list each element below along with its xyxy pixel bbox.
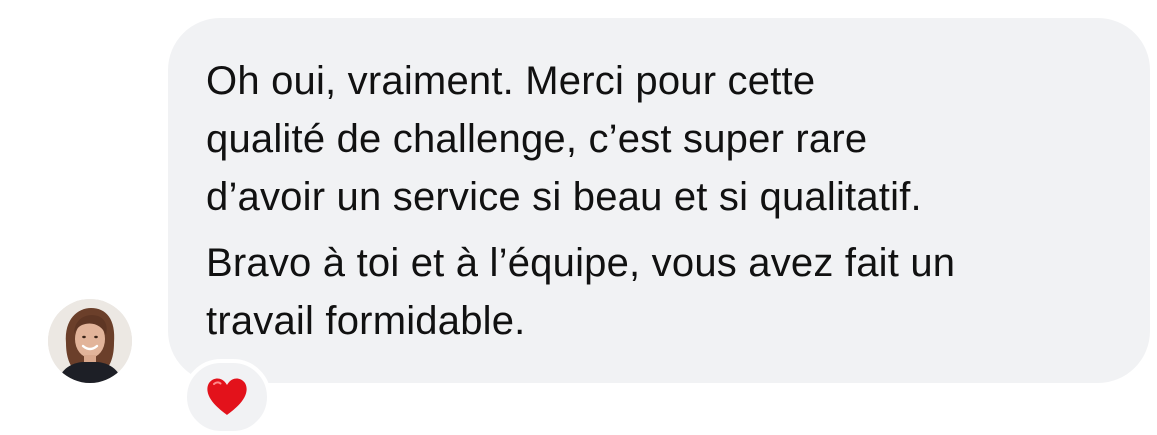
red-heart-icon [207,378,247,415]
reaction-badge[interactable] [183,359,271,435]
message-paragraph-2: Bravo à toi et à l’équipe, vous avez fai… [206,234,1110,350]
message-bubble[interactable]: Oh oui, vraiment. Merci pour cette quali… [168,18,1150,383]
avatar-photo-icon [48,299,132,383]
message-row: Oh oui, vraiment. Merci pour cette quali… [0,0,1157,435]
message-paragraph-1: Oh oui, vraiment. Merci pour cette quali… [206,52,1110,226]
message-line: qualité de challenge, c’est super rare [206,117,868,161]
message-line: d’avoir un service si beau et si qualita… [206,175,922,219]
avatar[interactable] [48,299,132,383]
message-line: Bravo à toi et à l’équipe, vous avez fai… [206,241,956,285]
message-line: Oh oui, vraiment. Merci pour cette [206,59,816,103]
message-line: travail formidable. [206,299,526,343]
